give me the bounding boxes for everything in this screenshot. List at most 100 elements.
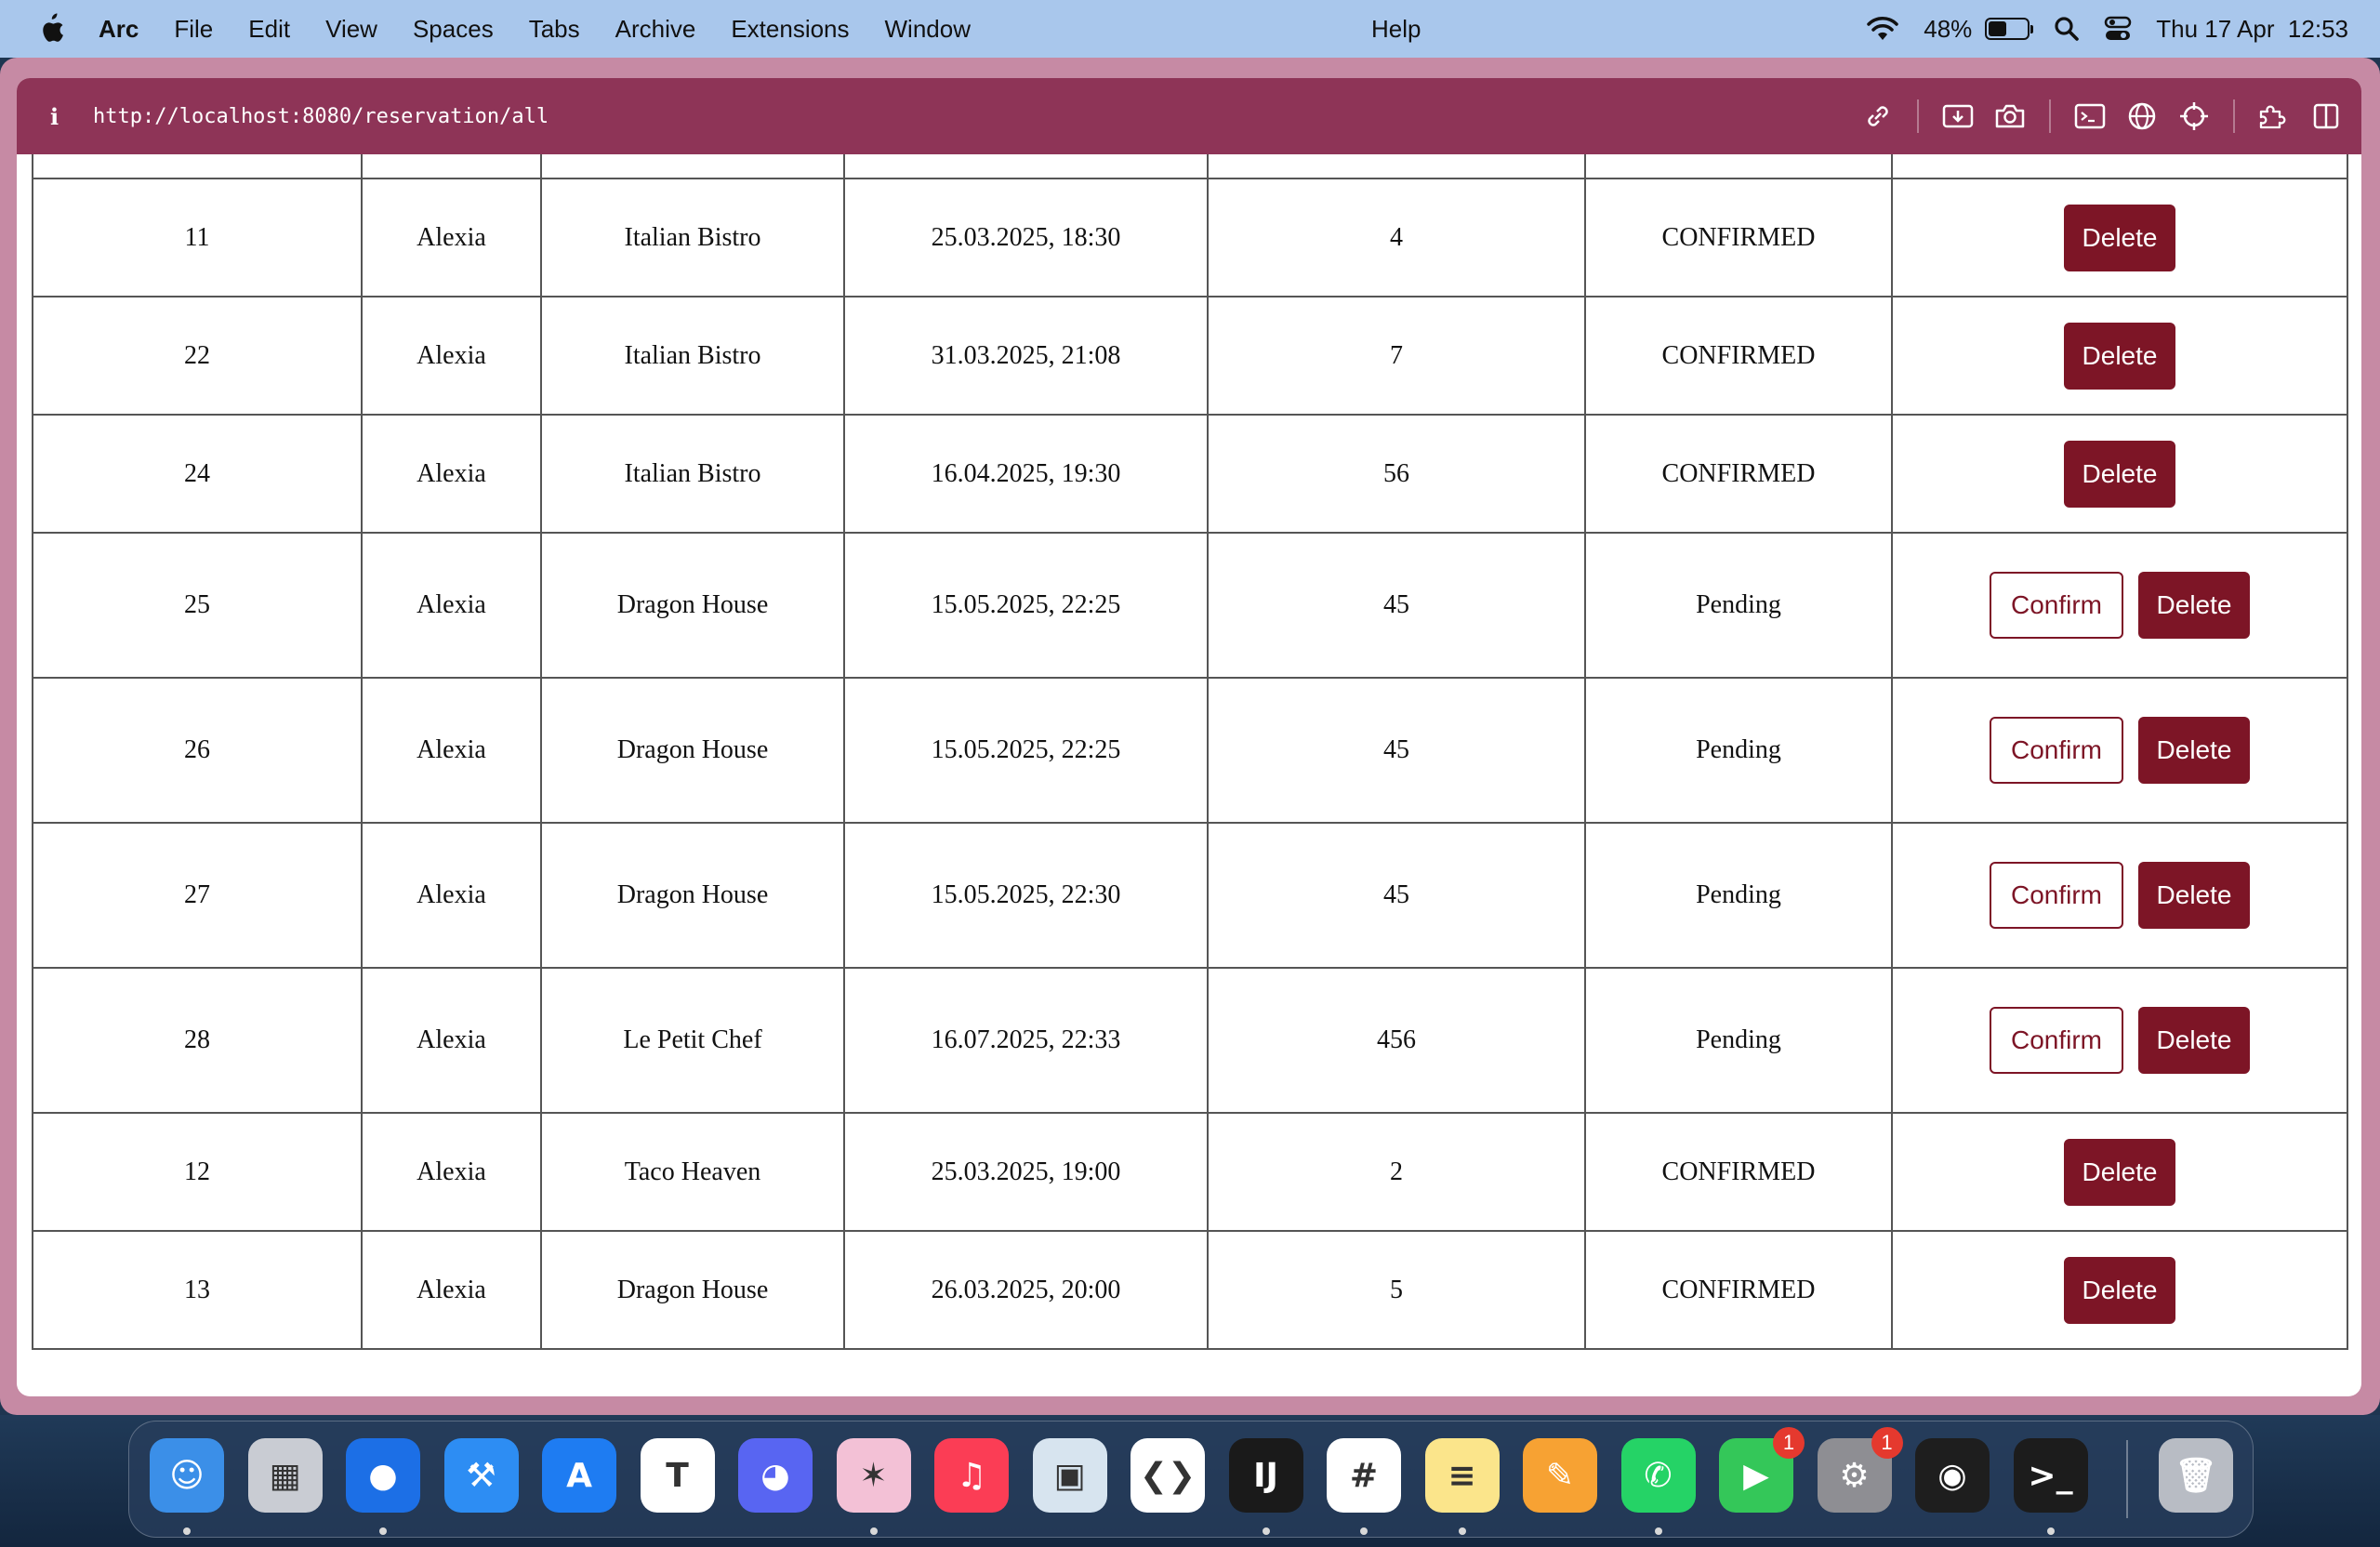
delete-button[interactable]: Delete [2064, 1138, 2175, 1206]
cell-status: CONFIRMED [1584, 1112, 1893, 1232]
cell-datetime: 26.03.2025, 20:00 [843, 1230, 1209, 1350]
confirm-button[interactable]: Confirm [1990, 717, 2123, 784]
cell-guests: 45 [1207, 677, 1586, 824]
cell-status: Pending [1584, 532, 1893, 679]
delete-button[interactable]: Delete [2064, 440, 2175, 508]
confirm-button[interactable]: Confirm [1990, 862, 2123, 929]
running-indicator [2046, 1527, 2055, 1535]
cell-guests: 456 [1207, 967, 1586, 1114]
slack-glyph: # [1349, 1456, 1379, 1495]
delete-button[interactable]: Delete [2064, 1256, 2175, 1324]
teams-icon[interactable]: T [640, 1438, 715, 1513]
running-indicator [1262, 1527, 1270, 1535]
cell-actions: Delete [1891, 178, 2348, 298]
menu-app-name[interactable]: Arc [99, 15, 139, 44]
whatsapp-icon[interactable]: ✆ [1620, 1438, 1696, 1513]
notes-icon[interactable]: ≡ [1424, 1438, 1500, 1513]
delete-button[interactable]: Delete [2138, 862, 2250, 929]
terminal-icon[interactable] [2073, 99, 2107, 133]
trash-icon[interactable]: 🗑 [2159, 1438, 2233, 1513]
camera-icon[interactable] [1993, 99, 2027, 133]
cell-id: 28 [32, 967, 363, 1114]
crosshair-icon[interactable] [2177, 99, 2211, 133]
notes-glyph: ≡ [1448, 1456, 1476, 1495]
cell-actions: Delete [1891, 414, 2348, 534]
table-row: 12 Alexia Taco Heaven 25.03.2025, 19:00 2 CON… [32, 1112, 2348, 1232]
menu-archive[interactable]: Archive [615, 15, 696, 44]
address-bar-url[interactable]: http://localhost:8080/reservation/all [93, 105, 549, 128]
clock[interactable]: Thu 17 Apr 12:53 [2156, 15, 2348, 44]
facetime-glyph: ▶ [1743, 1456, 1769, 1495]
cell-actions: ConfirmDelete [1891, 822, 2348, 969]
spotlight-search-icon[interactable] [2054, 16, 2080, 42]
confirm-button[interactable]: Confirm [1990, 1007, 2123, 1074]
extensions-icon[interactable] [2257, 99, 2291, 133]
link-icon[interactable] [1861, 99, 1895, 133]
cell-guests: 2 [1207, 1112, 1586, 1232]
xcode-icon[interactable]: ⚒ [443, 1438, 519, 1513]
menu-file[interactable]: File [174, 15, 213, 44]
cell-id: 27 [32, 822, 363, 969]
vscode-icon[interactable]: ❮❯ [1130, 1438, 1205, 1513]
cell-guests: 7 [1207, 296, 1586, 416]
delete-button[interactable]: Delete [2138, 717, 2250, 784]
cell-restaurant: Le Petit Chef [540, 967, 845, 1114]
intellij-icon[interactable]: IJ [1228, 1438, 1303, 1513]
browser-window: i http://localhost:8080/reservation/all [17, 78, 2361, 1396]
discord-icon[interactable]: ◕ [738, 1438, 813, 1513]
discord-glyph: ◕ [760, 1456, 790, 1495]
slack-icon[interactable]: # [1327, 1438, 1401, 1513]
cell-datetime [843, 154, 1209, 179]
music-icon[interactable]: ♫ [934, 1438, 1009, 1513]
delete-button[interactable]: Delete [2138, 1007, 2250, 1074]
cell-guests: 45 [1207, 532, 1586, 679]
finder-icon[interactable]: ☺ [150, 1438, 224, 1513]
menu-extensions[interactable]: Extensions [731, 15, 849, 44]
battery-icon[interactable] [1985, 18, 2034, 40]
preview-icon[interactable]: ▣ [1032, 1438, 1107, 1513]
capture-icon[interactable] [1941, 99, 1975, 133]
menu-bar: Arc File Edit View Spaces Tabs Archive E… [0, 0, 2380, 58]
table-row: 13 Alexia Dragon House 26.03.2025, 20:00 5 CO… [32, 1230, 2348, 1350]
system-settings-icon[interactable]: ⚙ 1 [1817, 1427, 1903, 1513]
delete-button[interactable]: Delete [2064, 322, 2175, 390]
arc-glyph: ✶ [859, 1456, 888, 1495]
sidebar-icon[interactable] [2309, 99, 2343, 133]
delete-button[interactable]: Delete [2138, 572, 2250, 639]
cell-status: CONFIRMED [1584, 1230, 1893, 1350]
arc-icon[interactable]: ✶ [836, 1438, 911, 1513]
menu-spaces[interactable]: Spaces [413, 15, 494, 44]
facetime-icon[interactable]: ▶ 1 [1719, 1427, 1805, 1513]
menu-tabs[interactable]: Tabs [529, 15, 580, 44]
dock-divider [2126, 1440, 2128, 1518]
maps-pin-icon[interactable]: ● [346, 1438, 420, 1513]
cell-guests: 5 [1207, 1230, 1586, 1350]
apple-icon[interactable] [35, 13, 65, 45]
menu-view[interactable]: View [325, 15, 377, 44]
confirm-button[interactable]: Confirm [1990, 572, 2123, 639]
delete-button[interactable]: Delete [2064, 204, 2175, 271]
finder-glyph: ☺ [169, 1456, 205, 1495]
dock: ☺ ▦ ● ⚒ A T ◕ ✶ ♫ ▣ ❮❯ IJ # ≡ ✎ ✆ ▶ 1 ⚙ 1 ◉ >_ 🗑 [128, 1421, 2254, 1538]
launchpad-icon[interactable]: ▦ [247, 1438, 323, 1513]
pages-icon[interactable]: ✎ [1523, 1438, 1597, 1513]
control-center-icon[interactable] [2104, 16, 2132, 42]
simulator-icon[interactable]: A [542, 1438, 616, 1513]
wifi-icon[interactable] [1866, 16, 1899, 42]
terminal-icon[interactable]: >_ [2013, 1438, 2088, 1513]
menu-edit[interactable]: Edit [248, 15, 290, 44]
cell-datetime: 15.05.2025, 22:25 [843, 532, 1209, 679]
intellij-glyph: IJ [1253, 1456, 1278, 1495]
running-indicator [379, 1527, 387, 1535]
globe-icon[interactable] [2125, 99, 2159, 133]
cell-status: Pending [1584, 822, 1893, 969]
menu-help[interactable]: Help [1371, 15, 1421, 44]
reservations-table: ConfirmDelete11AlexiaItalian Bistro25.03… [32, 154, 2348, 1350]
cell-datetime: 16.04.2025, 19:30 [843, 414, 1209, 534]
notification-badge: 1 [1773, 1427, 1805, 1459]
cell-datetime: 16.07.2025, 22:33 [843, 967, 1209, 1114]
figma-icon[interactable]: ◉ [1915, 1438, 1990, 1513]
menu-window[interactable]: Window [885, 15, 971, 44]
site-info-icon[interactable]: i [50, 103, 87, 130]
cell-id: 22 [32, 296, 363, 416]
